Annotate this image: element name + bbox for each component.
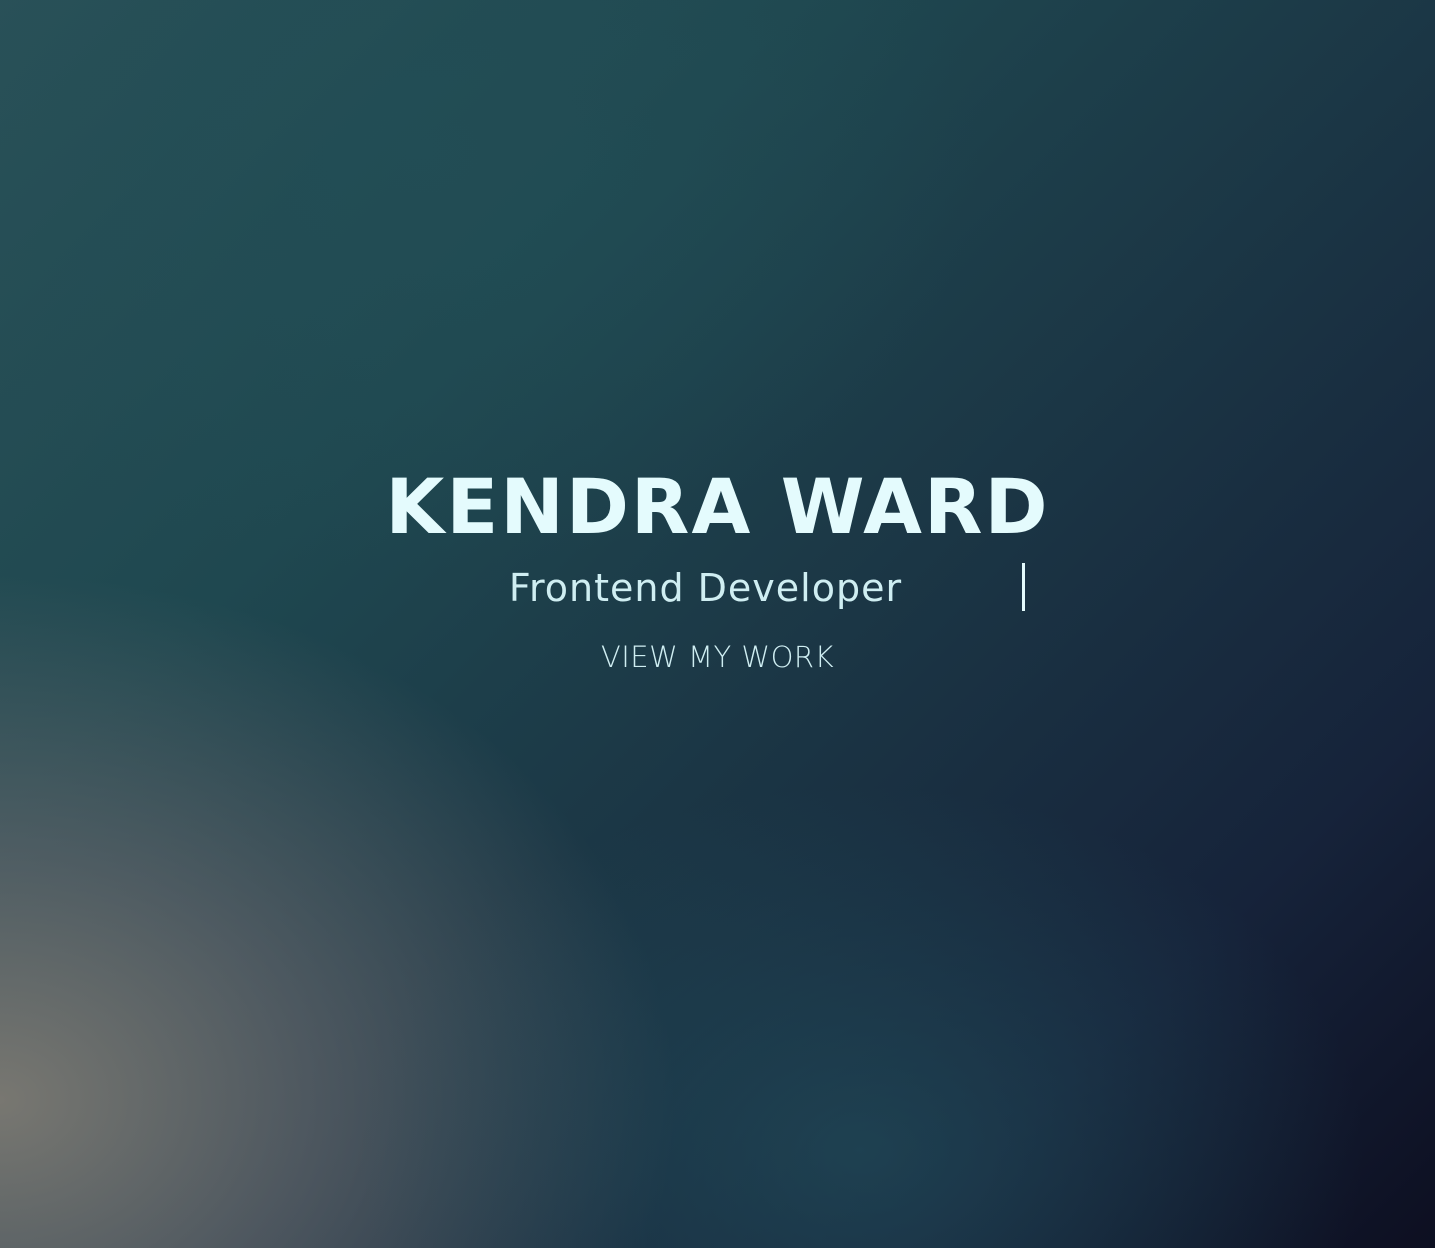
hero-subtitle: Frontend Developer [0, 563, 1435, 613]
typing-cursor [1022, 563, 1025, 611]
hero-section: KENDRA WARD Frontend Developer VIEW MY W… [0, 0, 1435, 1248]
view-my-work-button[interactable]: VIEW MY WORK [601, 638, 834, 676]
hero-name-heading: KENDRA WARD [385, 462, 1050, 551]
typed-role-text: Frontend Developer [508, 566, 903, 610]
cta-container: VIEW MY WORK [0, 638, 1435, 676]
